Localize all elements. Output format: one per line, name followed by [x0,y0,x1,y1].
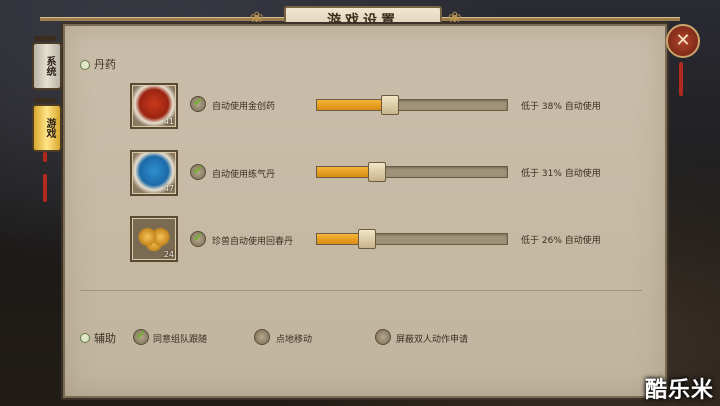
slider-thumb[interactable] [381,95,400,115]
follow-team-label: 同意组队跟随 [153,335,208,345]
lantern-cap [34,98,56,103]
item-count: 24 [163,250,174,259]
red-tassel-icon [679,62,683,96]
block-duo-action-checkbox[interactable] [375,329,391,345]
close-button[interactable]: ✕ [666,24,700,58]
threshold-text: 低于 31% 自动使用 [521,169,601,179]
threshold-slider[interactable] [316,162,508,182]
follow-team-checkbox[interactable] [133,328,149,345]
slider-fill [317,100,390,110]
site-watermark: 酷乐米 [644,378,714,403]
auto-use-label: 珍兽自动使用回春丹 [212,237,294,247]
assist-section-title: 辅助 [94,332,116,345]
section-divider [80,290,642,291]
tab-game[interactable]: 游戏 [32,104,62,152]
potions-section-title: 丹药 [94,58,116,71]
tap-move-checkbox[interactable] [254,329,270,345]
blue-powder-icon: 47 [130,150,178,196]
lantern-cap [34,36,56,41]
auto-use-label: 自动使用金创药 [212,102,276,112]
section-bullet-icon [80,60,90,70]
auto-use-checkbox[interactable] [190,230,206,247]
auto-use-label: 自动使用练气丹 [212,170,276,180]
item-count: 47 [163,184,174,193]
threshold-slider[interactable] [316,95,508,115]
auto-use-checkbox[interactable] [190,95,206,112]
threshold-text: 低于 26% 自动使用 [521,236,601,246]
tap-move-label: 点地移动 [276,335,313,345]
tab-system[interactable]: 系统 [32,42,62,90]
red-powder-icon: 41 [130,83,178,129]
threshold-slider[interactable] [316,229,508,249]
item-count: 41 [163,117,174,126]
tassel-knot-icon [43,152,47,162]
slider-thumb[interactable] [358,229,377,249]
block-duo-action-label: 屏蔽双人动作申请 [396,335,469,345]
golden-pills-icon: 24 [130,216,178,262]
threshold-text: 低于 38% 自动使用 [521,102,601,112]
auto-use-checkbox[interactable] [190,163,206,180]
red-tassel-icon [43,174,47,202]
slider-thumb[interactable] [367,162,386,182]
close-x-icon: ✕ [675,30,691,51]
section-bullet-icon [80,333,90,343]
